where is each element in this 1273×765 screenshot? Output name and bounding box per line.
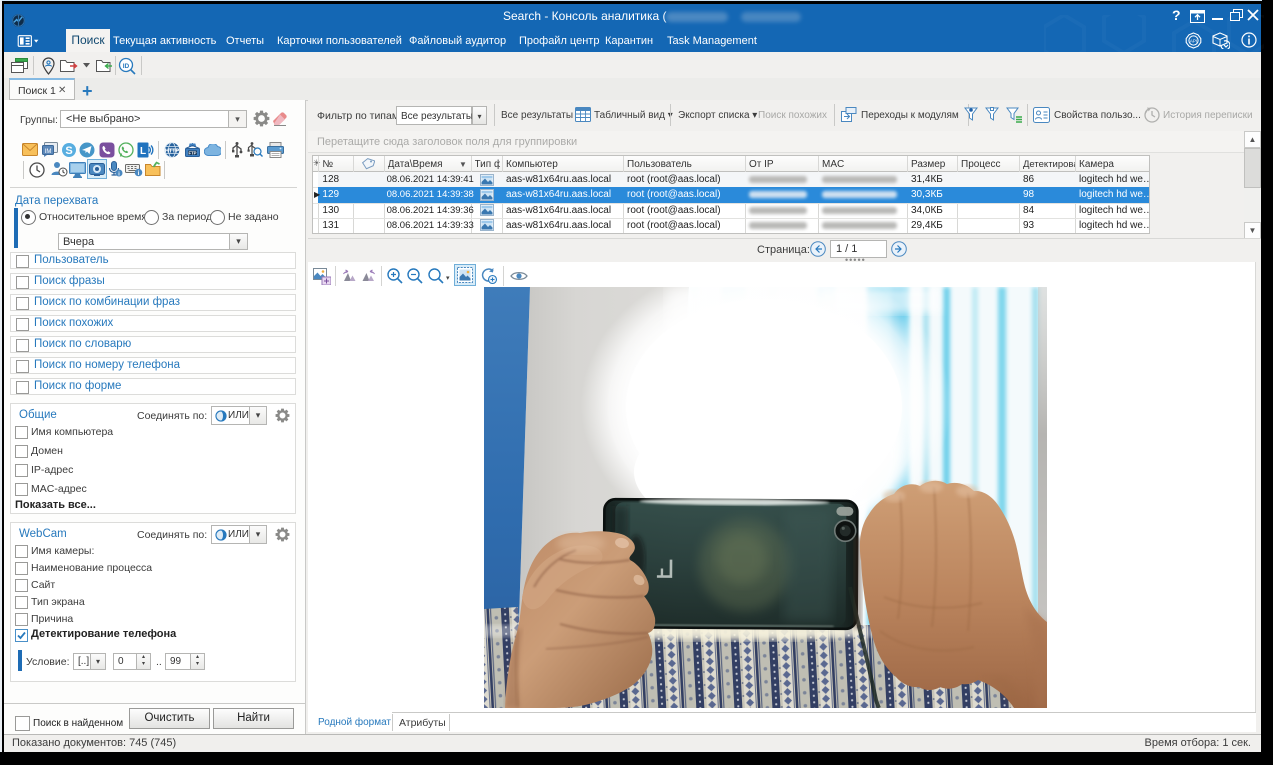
svg-text:HTTP: HTTP: [165, 148, 180, 154]
svg-text:API: API: [1190, 39, 1197, 44]
svg-text:ID: ID: [123, 63, 130, 70]
svg-text:L: L: [140, 146, 146, 157]
svg-text:FTP: FTP: [189, 150, 197, 155]
svg-text:S: S: [65, 145, 72, 157]
svg-text:IM: IM: [45, 149, 52, 155]
